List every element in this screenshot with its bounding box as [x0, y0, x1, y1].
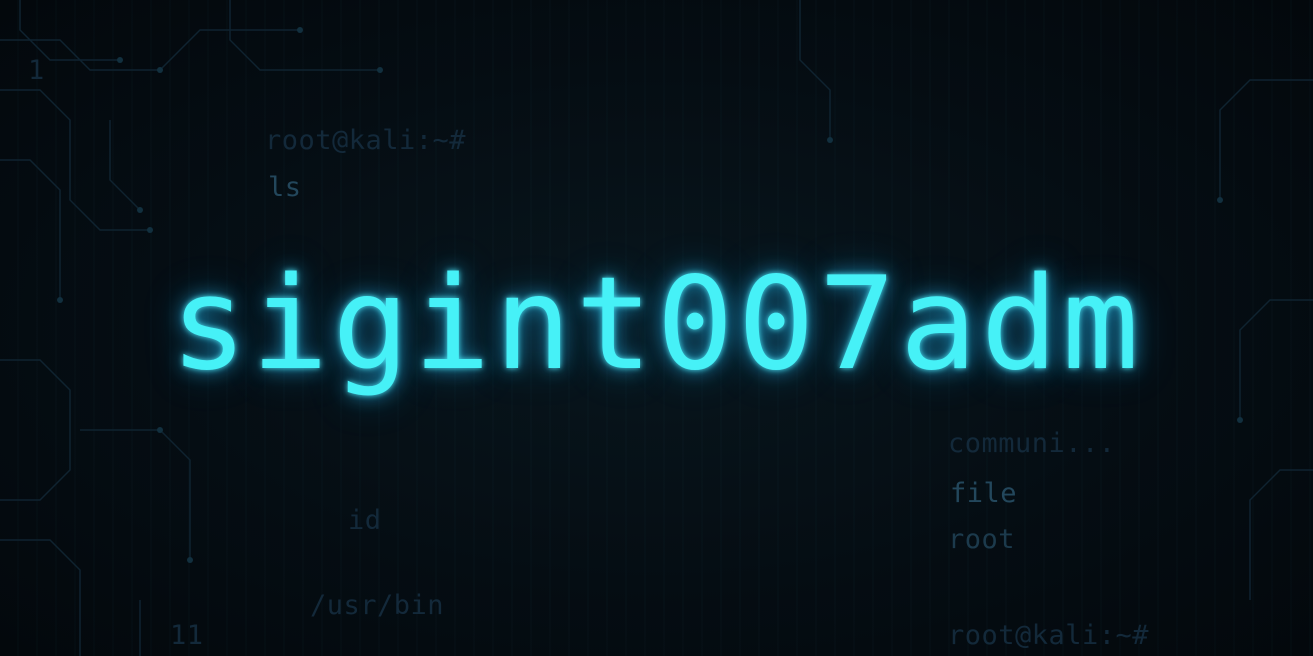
bg-number-top: 1 [28, 55, 45, 86]
bg-command-id: id [348, 505, 382, 536]
headline-text: sigint007adm [170, 250, 1143, 399]
bg-word-root: root [948, 524, 1016, 555]
bg-word-file: file [950, 478, 1018, 509]
bg-number-bottom: 11 [170, 620, 204, 651]
bg-path-usr-bin: /usr/bin [310, 590, 445, 621]
bg-word-communi: communi... [948, 428, 1116, 459]
background-scene: 1 root@kali:~# ls id /usr/bin communi...… [0, 0, 1313, 656]
bg-command-ls: ls [268, 172, 302, 203]
bg-prompt-top: root@kali:~# [265, 125, 467, 156]
bg-prompt-bottom: root@kali:~# [948, 620, 1150, 651]
